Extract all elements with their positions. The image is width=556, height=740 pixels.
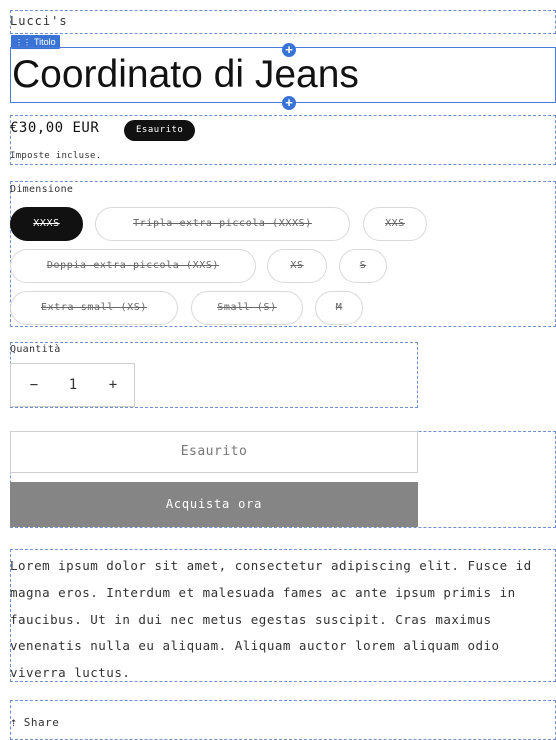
size-option-xxs[interactable]: XXS: [363, 207, 427, 241]
share-icon: ⇡: [10, 715, 18, 729]
share-button[interactable]: ⇡ Share: [10, 715, 59, 729]
add-block-below-icon[interactable]: +: [282, 96, 296, 110]
quantity-stepper: − 1 +: [10, 363, 135, 407]
add-block-above-icon[interactable]: +: [282, 43, 296, 57]
title-tag-label: Titolo: [34, 37, 56, 47]
buy-now-button[interactable]: Acquista ora: [10, 482, 418, 527]
size-option-m[interactable]: M: [315, 291, 363, 325]
share-label: Share: [23, 716, 60, 729]
size-option-s[interactable]: S: [339, 249, 387, 283]
sold-out-button[interactable]: Esaurito: [10, 431, 418, 473]
product-title: Coordinato di Jeans: [12, 53, 359, 96]
size-option-extra-small[interactable]: Extra small (XS): [10, 291, 178, 325]
quantity-decrease-button[interactable]: −: [19, 364, 49, 406]
size-option-xs[interactable]: XS: [267, 249, 327, 283]
tax-note: Imposte incluse.: [10, 151, 102, 161]
quantity-label: Quantità: [10, 344, 61, 355]
share-block-outline: [10, 700, 556, 740]
title-field-icon: ⋮⋮: [15, 38, 31, 47]
size-option-tripla-extra-piccola[interactable]: Tripla extra piccola (XXXS): [95, 207, 350, 241]
size-option-small[interactable]: Small (S): [191, 291, 303, 325]
quantity-increase-button[interactable]: +: [98, 364, 128, 406]
quantity-input[interactable]: 1: [58, 364, 88, 406]
size-label: Dimensione: [10, 184, 74, 195]
product-description: Lorem ipsum dolor sit amet, consectetur …: [10, 558, 532, 681]
product-price: €30,00 EUR: [10, 120, 100, 136]
size-option-doppia-extra-piccola[interactable]: Doppia extra piccola (XXS): [10, 249, 256, 283]
sold-out-badge: Esaurito: [124, 120, 196, 141]
vendor-block-outline: [10, 10, 556, 34]
size-option-xxxs[interactable]: XXXS: [10, 207, 83, 241]
vendor-name: Lucci's: [10, 14, 68, 28]
